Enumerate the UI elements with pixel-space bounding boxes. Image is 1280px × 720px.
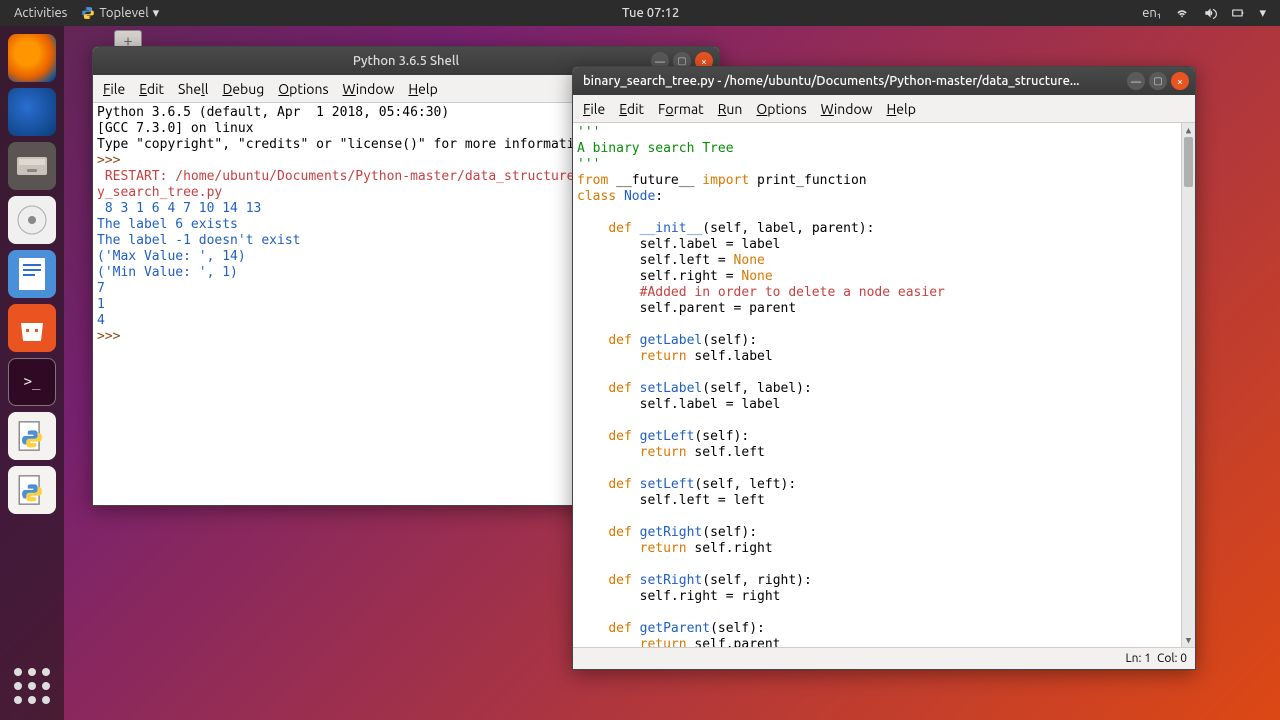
show-applications-button[interactable] bbox=[8, 662, 56, 710]
close-button[interactable]: × bbox=[1171, 72, 1189, 90]
menu-edit[interactable]: Edit bbox=[619, 101, 644, 117]
menu-file[interactable]: File bbox=[103, 81, 125, 97]
shopping-bag-icon bbox=[15, 313, 49, 343]
menu-help[interactable]: Help bbox=[887, 101, 916, 117]
status-line: Ln: 1 bbox=[1126, 652, 1151, 665]
firefox-launcher[interactable] bbox=[8, 34, 56, 82]
shell-title: Python 3.6.5 Shell bbox=[353, 54, 459, 68]
menu-window[interactable]: Window bbox=[821, 101, 873, 117]
idle-editor-window: binary_search_tree.py - /home/ubuntu/Doc… bbox=[572, 66, 1196, 670]
libreoffice-writer-launcher[interactable] bbox=[8, 250, 56, 298]
python-icon bbox=[81, 6, 95, 20]
scrollbar-down-arrow[interactable]: ▼ bbox=[1182, 633, 1195, 647]
files-launcher[interactable] bbox=[8, 142, 56, 190]
volume-icon[interactable] bbox=[1203, 6, 1217, 20]
prompt-icon: >_ bbox=[24, 374, 41, 390]
scrollbar-up-arrow[interactable]: ▲ bbox=[1182, 123, 1195, 137]
system-menu-chevron[interactable]: ▾ bbox=[1259, 6, 1266, 21]
input-source[interactable]: en₁ bbox=[1142, 6, 1161, 20]
scrollbar-thumb[interactable] bbox=[1184, 137, 1193, 187]
menu-window[interactable]: Window bbox=[343, 81, 395, 97]
terminal-launcher[interactable]: >_ bbox=[8, 358, 56, 406]
drawer-icon bbox=[15, 151, 49, 181]
rhythmbox-launcher[interactable] bbox=[8, 196, 56, 244]
vertical-scrollbar[interactable]: ▲ ▼ bbox=[1181, 123, 1195, 647]
thunderbird-launcher[interactable] bbox=[8, 88, 56, 136]
app-menu[interactable]: Toplevel ▾ bbox=[81, 6, 159, 21]
menu-help[interactable]: Help bbox=[408, 81, 437, 97]
menu-options[interactable]: Options bbox=[278, 81, 328, 97]
menu-format[interactable]: Format bbox=[658, 101, 704, 117]
editor-statusbar: Ln: 1 Col: 0 bbox=[573, 647, 1195, 669]
menu-edit[interactable]: Edit bbox=[139, 81, 164, 97]
menu-options[interactable]: Options bbox=[756, 101, 806, 117]
editor-title: binary_search_tree.py - /home/ubuntu/Doc… bbox=[583, 74, 1080, 88]
document-icon bbox=[17, 256, 47, 292]
menu-file[interactable]: File bbox=[583, 101, 605, 117]
menu-shell[interactable]: Shell bbox=[178, 81, 208, 97]
maximize-button[interactable]: ▢ bbox=[1149, 72, 1167, 90]
ubuntu-dock: >_ bbox=[0, 26, 64, 720]
python-file-icon bbox=[15, 473, 49, 507]
editor-menubar: File Edit Format Run Options Window Help bbox=[573, 95, 1195, 123]
ubuntu-software-launcher[interactable] bbox=[8, 304, 56, 352]
gnome-top-bar: Activities Toplevel ▾ Tue 07:12 en₁ ▾ bbox=[0, 0, 1280, 26]
app-menu-label: Toplevel bbox=[99, 6, 148, 20]
minimize-button[interactable]: — bbox=[1127, 72, 1145, 90]
idle-launcher-2[interactable] bbox=[8, 466, 56, 514]
editor-content[interactable]: ''' A binary search Tree ''' from __futu… bbox=[573, 123, 1195, 647]
activities-button[interactable]: Activities bbox=[14, 6, 67, 20]
disc-icon bbox=[15, 203, 49, 237]
clock[interactable]: Tue 07:12 bbox=[159, 6, 1142, 20]
status-col: Col: 0 bbox=[1157, 652, 1187, 665]
battery-icon[interactable] bbox=[1231, 6, 1245, 20]
menu-debug[interactable]: Debug bbox=[222, 81, 264, 97]
menu-run[interactable]: Run bbox=[718, 101, 743, 117]
network-icon[interactable] bbox=[1175, 6, 1189, 20]
python-file-icon bbox=[15, 419, 49, 453]
idle-launcher[interactable] bbox=[8, 412, 56, 460]
editor-titlebar[interactable]: binary_search_tree.py - /home/ubuntu/Doc… bbox=[573, 67, 1195, 95]
